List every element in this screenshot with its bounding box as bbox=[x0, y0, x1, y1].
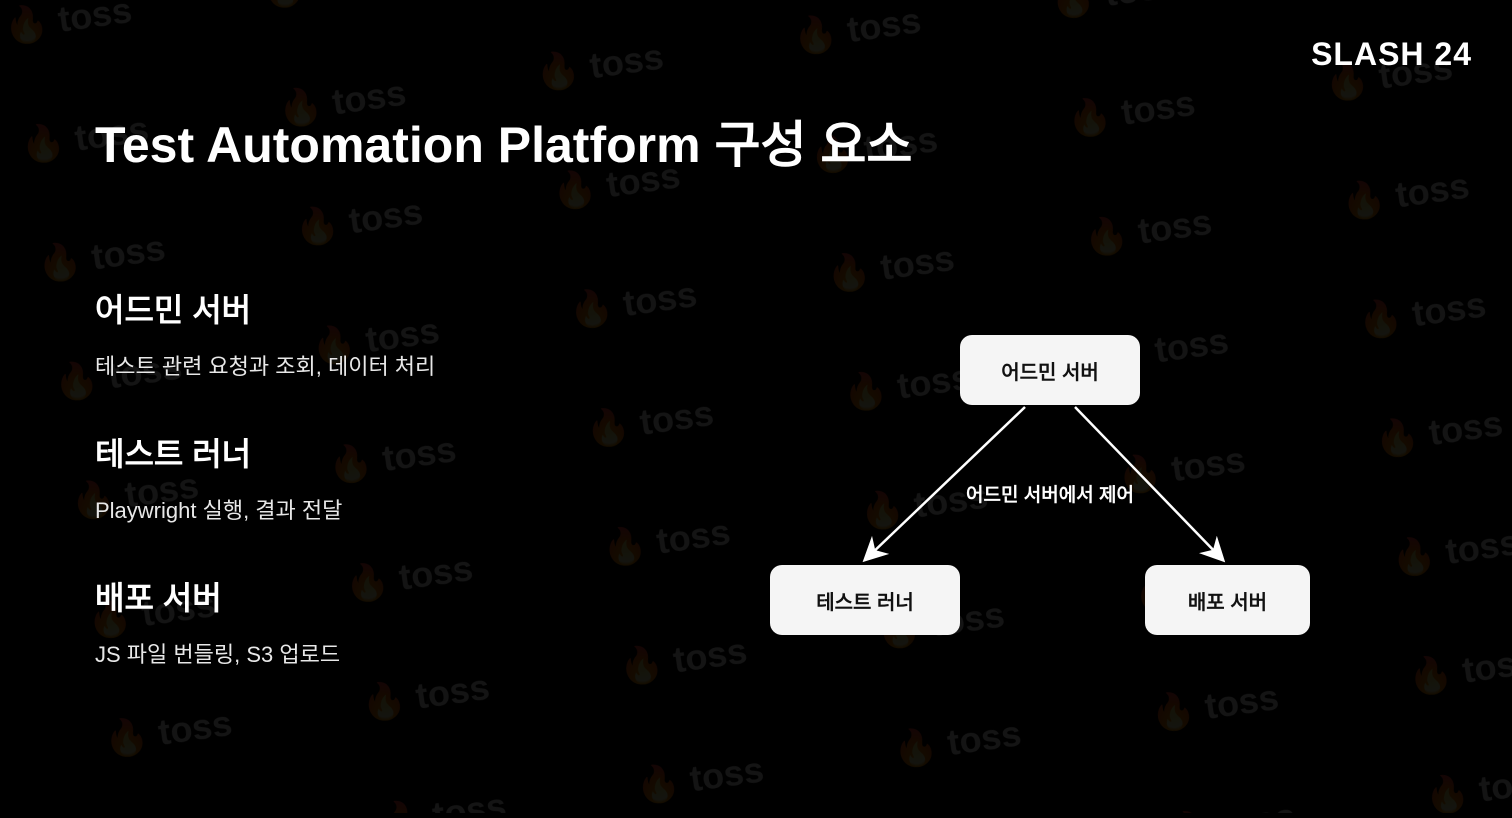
diagram-box-label: 테스트 러너 bbox=[816, 586, 914, 615]
brand-text: SLASH 24 bbox=[1311, 36, 1472, 72]
section-title: 테스트 러너 bbox=[95, 429, 595, 475]
diagram-box-admin-server: 어드민 서버 bbox=[960, 335, 1140, 405]
section-desc: JS 파일 번들링, S3 업로드 bbox=[95, 637, 595, 669]
section-desc: Playwright 실행, 결과 전달 bbox=[95, 493, 595, 525]
section-title: 어드민 서버 bbox=[95, 285, 595, 331]
section-test-runner: 테스트 러너 Playwright 실행, 결과 전달 bbox=[95, 429, 595, 525]
diagram-box-deploy-server: 배포 서버 bbox=[1145, 565, 1310, 635]
content-list: 어드민 서버 테스트 관련 요청과 조회, 데이터 처리 테스트 러너 Play… bbox=[95, 285, 595, 717]
diagram-box-test-runner: 테스트 러너 bbox=[770, 565, 960, 635]
section-admin-server: 어드민 서버 테스트 관련 요청과 조회, 데이터 처리 bbox=[95, 285, 595, 381]
section-desc: 테스트 관련 요청과 조회, 데이터 처리 bbox=[95, 349, 595, 381]
section-title: 배포 서버 bbox=[95, 573, 595, 619]
diagram-box-label: 배포 서버 bbox=[1188, 586, 1267, 615]
page-title: Test Automation Platform 구성 요소 bbox=[95, 105, 912, 177]
diagram-arrow-label: 어드민 서버에서 제어 bbox=[910, 480, 1190, 507]
architecture-diagram: 어드민 서버 테스트 러너 배포 서버 어드민 서버에서 제어 bbox=[770, 335, 1310, 635]
section-deploy-server: 배포 서버 JS 파일 번들링, S3 업로드 bbox=[95, 573, 595, 669]
brand-logo: SLASH 24 bbox=[1311, 36, 1472, 73]
diagram-box-label: 어드민 서버 bbox=[1001, 356, 1099, 385]
